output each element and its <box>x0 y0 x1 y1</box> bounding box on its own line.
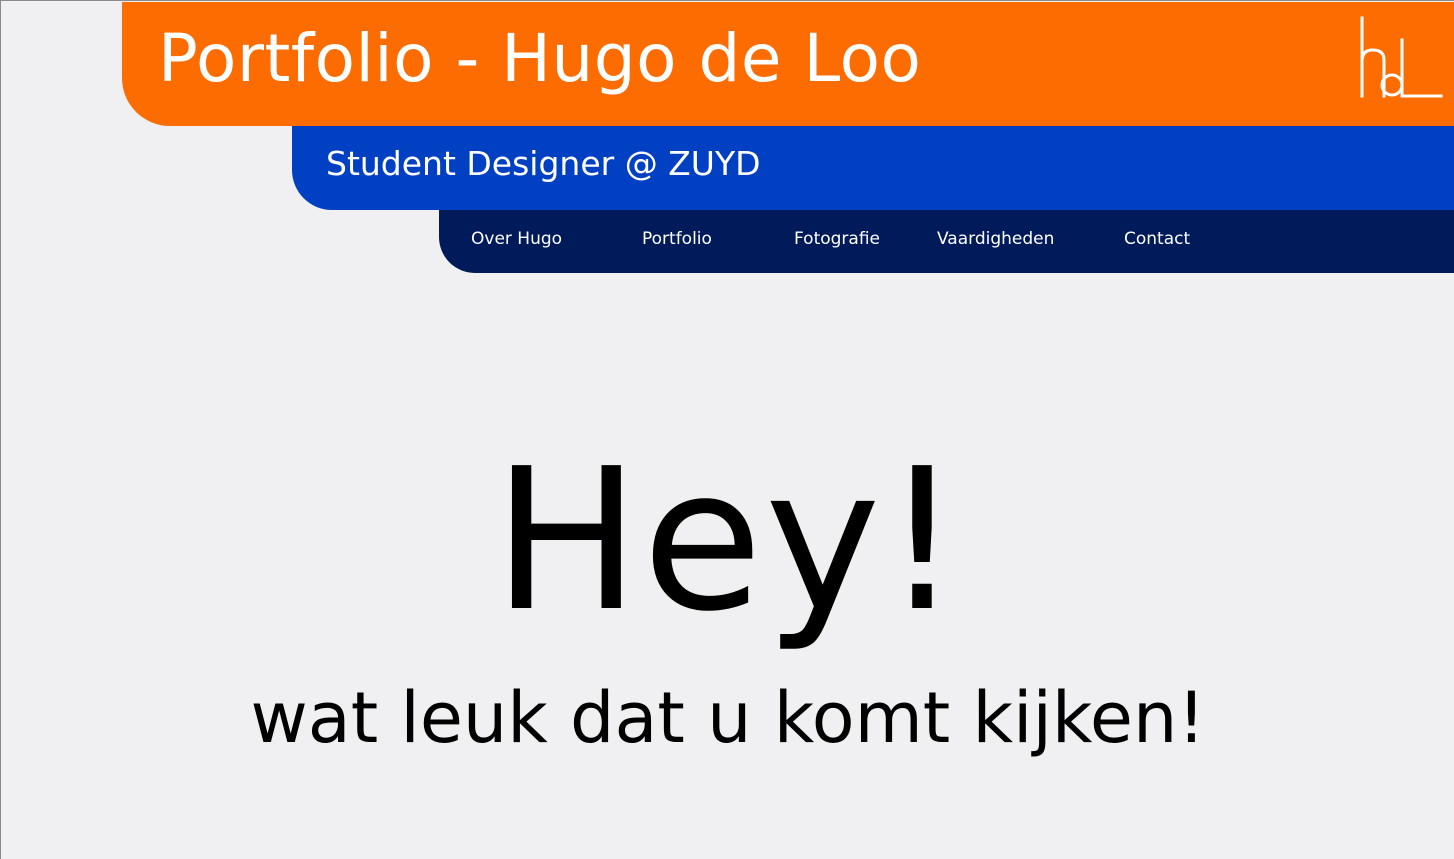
hdl-monogram-icon <box>1360 16 1443 98</box>
subtitle-band: Student Designer @ ZUYD <box>292 126 1454 210</box>
hero-title: Hey! <box>492 427 964 655</box>
nav-item-portfolio[interactable]: Portfolio <box>642 228 712 250</box>
header-orange-band: Portfolio - Hugo de Loo <box>122 2 1454 126</box>
site-title: Portfolio - Hugo de Loo <box>158 20 922 97</box>
page: Portfolio - Hugo de Loo Student Designer… <box>0 0 1454 859</box>
nav-item-fotografie[interactable]: Fotografie <box>794 228 880 250</box>
nav-item-contact[interactable]: Contact <box>1124 228 1190 250</box>
nav-item-over-hugo[interactable]: Over Hugo <box>471 228 562 250</box>
hero-subtitle: wat leuk dat u komt kijken! <box>250 677 1206 759</box>
main-nav: Over Hugo Portfolio Fotografie Vaardighe… <box>439 210 1454 273</box>
site-subtitle: Student Designer @ ZUYD <box>326 144 761 183</box>
nav-item-vaardigheden[interactable]: Vaardigheden <box>937 228 1054 250</box>
